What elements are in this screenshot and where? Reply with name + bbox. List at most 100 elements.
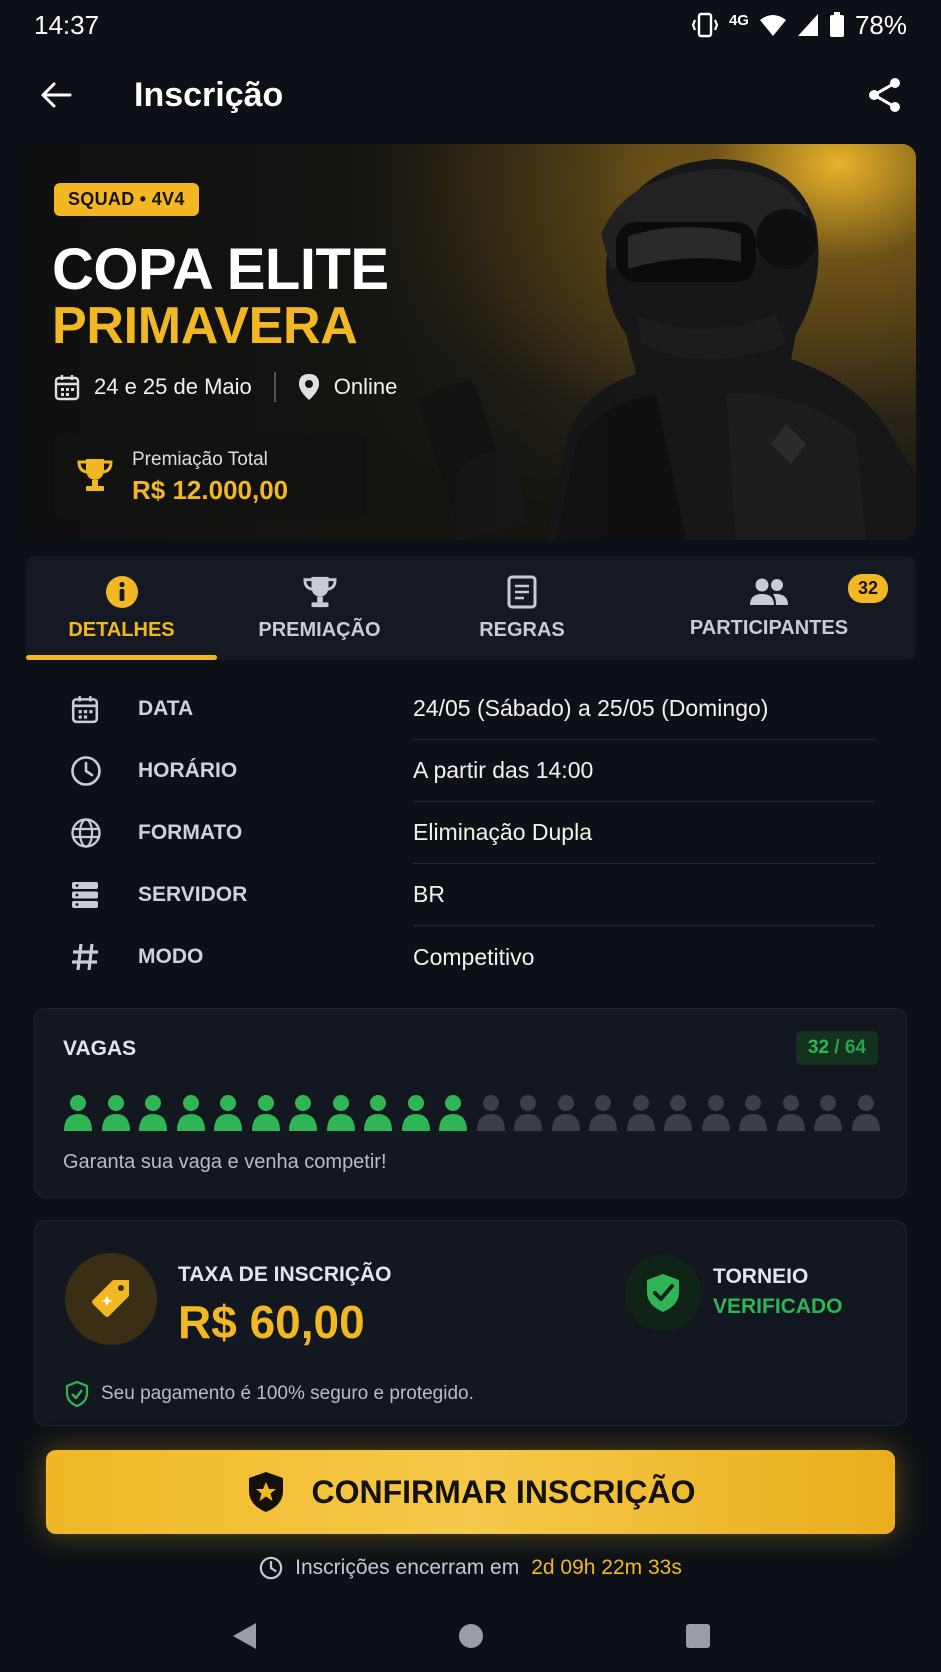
- confirm-registration-button[interactable]: CONFIRMAR INSCRIÇÃO: [46, 1450, 895, 1534]
- slot-empty-person-icon: [739, 1095, 767, 1131]
- slot-empty-person-icon: [626, 1095, 655, 1131]
- app-header: Inscrição: [0, 60, 941, 130]
- slot-filled-person-icon: [214, 1095, 242, 1131]
- share-icon: [869, 78, 900, 112]
- nav-back-icon[interactable]: [230, 1621, 258, 1651]
- details-list: DATA 24/05 (Sábado) a 25/05 (Domingo) HO…: [60, 678, 875, 988]
- mode-tag: SQUAD • 4V4: [54, 183, 199, 216]
- slots-caption: Garanta sua vaga e venha competir!: [63, 1151, 387, 1173]
- globe-icon: [71, 818, 101, 848]
- slot-empty-person-icon: [851, 1095, 880, 1131]
- tab-label: REGRAS: [479, 618, 565, 641]
- slot-empty-person-icon: [589, 1095, 617, 1131]
- battery-percent: 78%: [854, 9, 907, 40]
- slots-separator: /: [834, 1037, 840, 1058]
- slot-filled-person-icon: [139, 1095, 167, 1131]
- slot-filled-person-icon: [289, 1095, 317, 1131]
- back-button[interactable]: [34, 73, 78, 117]
- nav-home-icon[interactable]: [458, 1623, 484, 1649]
- prize-box: Premiação Total R$ 12.000,00: [54, 434, 367, 520]
- share-button[interactable]: [863, 73, 907, 117]
- slot-filled-person-icon: [364, 1095, 392, 1131]
- deadline-prefix: Inscrições encerram em: [295, 1556, 520, 1579]
- slot-filled-person-icon: [251, 1095, 280, 1131]
- calendar-icon: [71, 696, 99, 724]
- detail-label: SERVIDOR: [138, 883, 248, 906]
- slots-count-badge: 32 / 64: [795, 1031, 878, 1065]
- verified-label: TORNEIO: [713, 1265, 809, 1288]
- detail-row-formato: FORMATO Eliminação Dupla: [60, 802, 875, 864]
- tab-participantes[interactable]: PARTICIPANTES 32: [622, 556, 916, 660]
- shield-check-icon: [65, 1381, 89, 1407]
- vibrate-icon: [691, 12, 719, 38]
- detail-value: BR: [413, 864, 875, 926]
- slot-empty-person-icon: [776, 1095, 805, 1131]
- fee-value: R$ 60,00: [178, 1296, 365, 1348]
- detail-row-horario: HORÁRIO A partir das 14:00: [60, 740, 875, 802]
- verified-shield-icon: [625, 1255, 701, 1331]
- slots-total: 64: [844, 1037, 866, 1058]
- slots-card: VAGAS 32 / 64 Garanta sua vaga e venha c…: [34, 1008, 907, 1198]
- tab-label: PREMIAÇÃO: [258, 618, 381, 641]
- slots-title: VAGAS: [63, 1037, 137, 1060]
- slot-empty-person-icon: [701, 1095, 730, 1131]
- detail-value: Competitivo: [413, 943, 535, 970]
- detail-value: 24/05 (Sábado) a 25/05 (Domingo): [413, 678, 875, 740]
- detail-label: DATA: [138, 697, 194, 720]
- arrow-left-icon: [41, 82, 72, 108]
- tab-label: PARTICIPANTES: [689, 616, 849, 639]
- prize-value: R$ 12.000,00: [132, 474, 289, 505]
- status-time: 14:37: [34, 9, 100, 40]
- slot-empty-person-icon: [664, 1095, 692, 1131]
- confirm-label: CONFIRMAR INSCRIÇÃO: [311, 1473, 696, 1510]
- detail-value: Eliminação Dupla: [413, 802, 875, 864]
- tab-label: DETALHES: [68, 618, 175, 641]
- status-icons: 4G 78%: [691, 10, 907, 41]
- slot-filled-person-icon: [401, 1095, 430, 1131]
- nav-recents-icon[interactable]: [685, 1623, 711, 1649]
- trophy-icon: [76, 457, 114, 498]
- people-icon: [750, 578, 788, 605]
- prize-label: Premiação Total: [132, 448, 268, 470]
- participants-count-badge: 32: [847, 574, 888, 603]
- slot-filled-person-icon: [176, 1095, 205, 1131]
- page-title: Inscrição: [134, 75, 284, 114]
- info-icon: [105, 575, 138, 608]
- slot-empty-person-icon: [814, 1095, 842, 1131]
- tab-premiacao[interactable]: PREMIAÇÃO: [217, 556, 422, 660]
- registration-deadline: Inscrições encerram em 2d 09h 22m 33s: [0, 1556, 941, 1580]
- tournament-title: COPA ELITE: [52, 237, 389, 302]
- slot-filled-person-icon: [326, 1095, 355, 1131]
- detail-row-modo: MODO Competitivo: [60, 926, 875, 988]
- slot-empty-person-icon: [514, 1095, 542, 1131]
- tournament-subtitle: PRIMAVERA: [52, 297, 358, 355]
- detail-label: FORMATO: [138, 821, 243, 844]
- secure-payment-text: Seu pagamento é 100% seguro e protegido.: [101, 1383, 474, 1404]
- hash-icon: [72, 943, 98, 971]
- detail-row-servidor: SERVIDOR BR: [60, 864, 875, 926]
- detail-value: A partir das 14:00: [413, 740, 875, 802]
- tournament-banner: SQUAD • 4V4 COPA ELITE PRIMAVERA 24 e 25…: [26, 144, 916, 540]
- slots-filled: 32: [807, 1037, 830, 1058]
- slot-filled-person-icon: [101, 1095, 130, 1131]
- tab-regras[interactable]: REGRAS: [422, 556, 622, 660]
- calendar-icon: [54, 373, 80, 401]
- slot-empty-person-icon: [476, 1095, 505, 1131]
- signal-icon: [797, 13, 819, 37]
- document-icon: [507, 575, 537, 608]
- slots-indicator: [63, 1093, 881, 1133]
- server-icon: [72, 882, 98, 908]
- event-date: 24 e 25 de Maio: [94, 374, 252, 399]
- slot-filled-person-icon: [439, 1095, 467, 1131]
- slot-empty-person-icon: [551, 1095, 580, 1131]
- fee-label: TAXA DE INSCRIÇÃO: [178, 1263, 392, 1286]
- tab-detalhes[interactable]: DETALHES: [26, 556, 217, 660]
- price-tag-icon: [65, 1253, 157, 1345]
- secure-payment-note: Seu pagamento é 100% seguro e protegido.: [65, 1381, 474, 1407]
- detail-row-data: DATA 24/05 (Sábado) a 25/05 (Domingo): [60, 678, 875, 740]
- status-bar: 14:37 4G 78%: [0, 0, 941, 50]
- detail-label: MODO: [138, 945, 204, 968]
- deadline-countdown: 2d 09h 22m 33s: [531, 1556, 682, 1579]
- banner-meta: 24 e 25 de Maio Online: [54, 372, 397, 402]
- network-label: 4G: [728, 11, 749, 29]
